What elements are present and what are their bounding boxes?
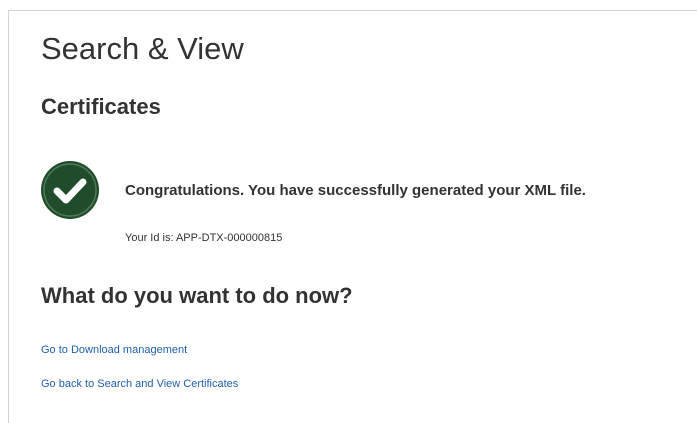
next-steps-heading: What do you want to do now? [41, 283, 353, 308]
reference-id: Your Id is: APP-DTX-000000815 [125, 232, 283, 244]
download-management-link[interactable]: Go to Download management [41, 344, 187, 356]
page-title: Search & View [41, 31, 244, 66]
section-title: Certificates [41, 94, 161, 119]
search-view-certificates-link[interactable]: Go back to Search and View Certificates [41, 378, 238, 390]
success-message: Congratulations. You have successfully g… [125, 182, 586, 199]
content-panel: Search & View Certificates Congratulatio… [8, 10, 697, 423]
check-circle-icon [41, 161, 99, 219]
